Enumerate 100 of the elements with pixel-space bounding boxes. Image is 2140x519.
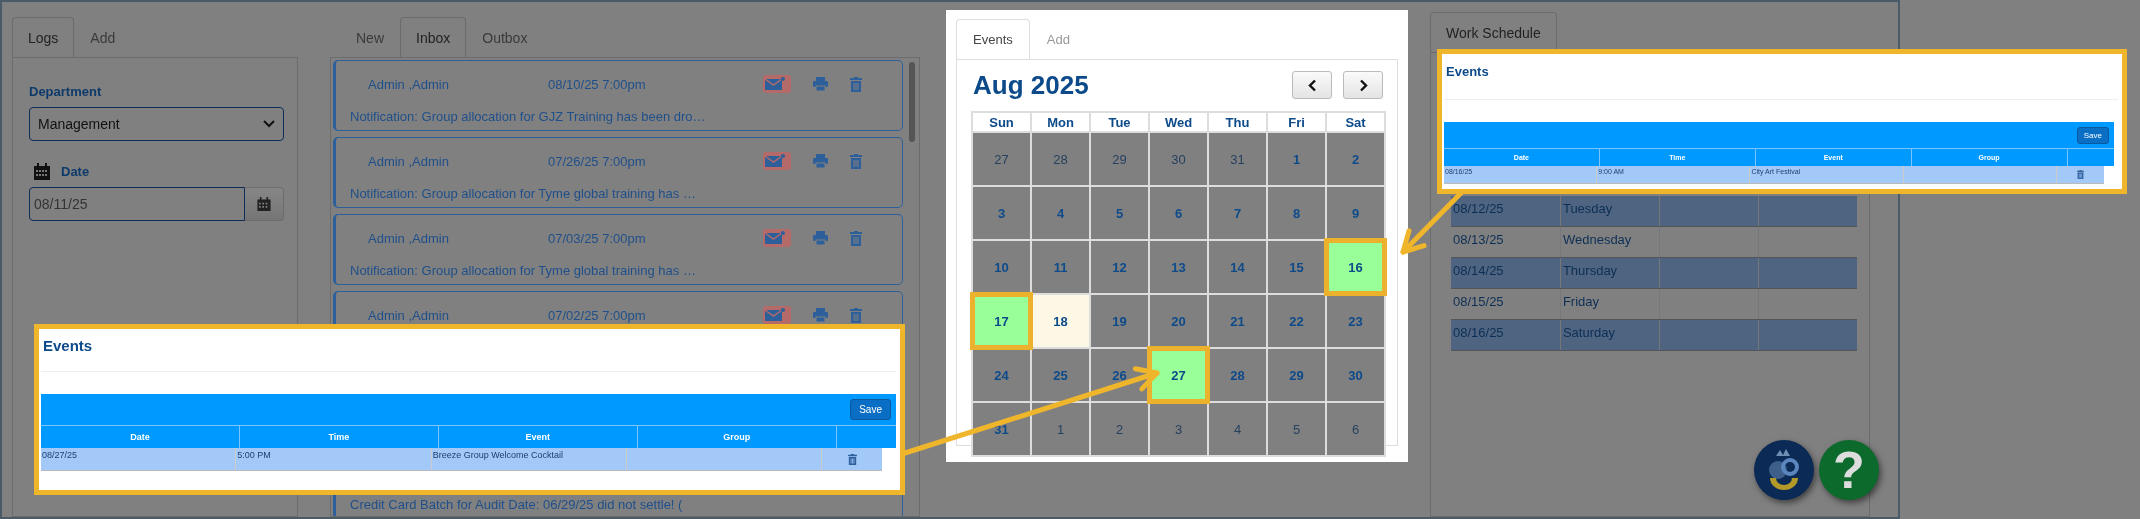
trash-icon[interactable] bbox=[850, 230, 862, 246]
envelope-icon[interactable] bbox=[763, 306, 791, 324]
table-cell: 08/16/25 bbox=[1451, 320, 1561, 350]
chevron-left-icon bbox=[1307, 78, 1317, 92]
trash-icon[interactable] bbox=[850, 307, 862, 323]
tab[interactable]: Add bbox=[1029, 19, 1087, 59]
tab[interactable]: Add bbox=[74, 17, 132, 57]
weekday-header: Wed bbox=[1149, 112, 1208, 132]
day-cell[interactable]: 1 bbox=[1031, 402, 1090, 456]
day-cell[interactable]: 3 bbox=[972, 186, 1031, 240]
day-cell[interactable]: 13 bbox=[1149, 240, 1208, 294]
day-cell[interactable]: 12 bbox=[1090, 240, 1149, 294]
day-cell[interactable]: 5 bbox=[1267, 402, 1326, 456]
trash-icon[interactable] bbox=[2076, 170, 2084, 179]
day-cell[interactable]: 4 bbox=[1031, 186, 1090, 240]
message-sender: Admin ,Admin bbox=[368, 153, 450, 169]
day-cell[interactable]: 21 bbox=[1208, 294, 1267, 348]
day-cell[interactable]: 2 bbox=[1090, 402, 1149, 456]
day-cell[interactable]: 23 bbox=[1326, 294, 1385, 348]
tab[interactable]: Outbox bbox=[466, 17, 544, 57]
table-cell: Saturday bbox=[1560, 320, 1660, 350]
day-cell[interactable]: 27 bbox=[972, 132, 1031, 186]
save-button[interactable]: Save bbox=[2076, 126, 2109, 144]
date-picker-button[interactable] bbox=[245, 187, 284, 221]
message-preview: Notification: Group allocation for Tyme global training has … bbox=[350, 263, 697, 278]
day-cell[interactable]: 10 bbox=[972, 240, 1031, 294]
tab[interactable]: New bbox=[340, 17, 400, 57]
day-cell[interactable]: 29 bbox=[1090, 132, 1149, 186]
previous-month-button[interactable] bbox=[1292, 71, 1332, 99]
next-month-button[interactable] bbox=[1343, 71, 1383, 99]
tab[interactable]: Events bbox=[956, 19, 1030, 59]
message-time: 08/10/25 7:00pm bbox=[548, 76, 646, 92]
day-cell[interactable]: 31 bbox=[1208, 132, 1267, 186]
day-cell[interactable]: 9 bbox=[1326, 186, 1385, 240]
message-time: 07/02/25 7:00pm bbox=[548, 307, 646, 323]
logo-button[interactable] bbox=[1754, 440, 1814, 500]
message-sender: Admin ,Admin bbox=[368, 230, 450, 246]
message-card[interactable]: Admin ,Admin 08/10/25 7:00pm Notification: Group allocation for GJZ Training has been dro… bbox=[333, 60, 903, 131]
help-button[interactable]: ? bbox=[1819, 440, 1879, 500]
trash-icon[interactable] bbox=[847, 453, 857, 465]
day-cell[interactable]: 18 bbox=[1031, 294, 1090, 348]
weekday-header: Fri bbox=[1267, 112, 1326, 132]
tab[interactable]: Logs bbox=[12, 17, 75, 57]
day-cell[interactable]: 20 bbox=[1149, 294, 1208, 348]
printer-icon[interactable] bbox=[813, 308, 828, 322]
table-cell: Tuesday bbox=[1560, 196, 1660, 226]
message-preview: Credit Card Batch for Audit Date: 06/29/25 did not settle! ( bbox=[350, 497, 684, 512]
envelope-icon[interactable] bbox=[763, 152, 791, 170]
day-cell[interactable]: 30 bbox=[1326, 348, 1385, 402]
day-cell[interactable]: 14 bbox=[1208, 240, 1267, 294]
day-cell[interactable]: 15 bbox=[1267, 240, 1326, 294]
day-cell[interactable]: 4 bbox=[1208, 402, 1267, 456]
day-cell[interactable]: 8 bbox=[1267, 186, 1326, 240]
message-card[interactable]: Admin ,Admin 07/03/25 7:00pm Notification: Group allocation for Tyme global training has … bbox=[333, 214, 903, 285]
day-cell[interactable]: 3 bbox=[1149, 402, 1208, 456]
logo-icon bbox=[1754, 440, 1814, 500]
day-cell[interactable]: 27 bbox=[1149, 348, 1208, 402]
trash-icon[interactable] bbox=[850, 76, 862, 92]
day-cell[interactable]: 5 bbox=[1090, 186, 1149, 240]
printer-icon[interactable] bbox=[813, 77, 828, 91]
day-cell[interactable]: 30 bbox=[1149, 132, 1208, 186]
day-cell[interactable]: 28 bbox=[1031, 132, 1090, 186]
callout-title: Events bbox=[1445, 63, 1490, 81]
save-button[interactable]: Save bbox=[850, 399, 891, 420]
caret-icon bbox=[263, 120, 275, 128]
weekday-header: Mon bbox=[1031, 112, 1090, 132]
message-card[interactable]: Admin ,Admin 07/26/25 7:00pm Notification: Group allocation for Tyme global training has … bbox=[333, 137, 903, 208]
printer-icon[interactable] bbox=[813, 231, 828, 245]
table-cell: Thursday bbox=[1560, 258, 1660, 288]
day-cell[interactable]: 28 bbox=[1208, 348, 1267, 402]
day-cell[interactable]: 16 bbox=[1326, 240, 1385, 294]
day-cell[interactable]: 29 bbox=[1267, 348, 1326, 402]
day-cell[interactable]: 19 bbox=[1090, 294, 1149, 348]
day-cell[interactable]: 25 bbox=[1031, 348, 1090, 402]
envelope-icon[interactable] bbox=[763, 75, 791, 93]
tab[interactable]: Inbox bbox=[400, 17, 467, 57]
day-cell[interactable]: 1 bbox=[1267, 132, 1326, 186]
field-label: Date bbox=[61, 164, 90, 179]
weekday-header: Sun bbox=[972, 112, 1031, 132]
day-cell[interactable]: 7 bbox=[1208, 186, 1267, 240]
table-cell: 08/12/25 bbox=[1451, 196, 1561, 226]
tab[interactable]: Work Schedule bbox=[1430, 12, 1557, 52]
date-field[interactable]: 08/11/25 bbox=[29, 187, 245, 221]
envelope-icon[interactable] bbox=[763, 229, 791, 247]
printer-icon[interactable] bbox=[813, 154, 828, 168]
callout-title: Events bbox=[42, 336, 94, 356]
trash-icon[interactable] bbox=[850, 153, 862, 169]
scrollbar[interactable] bbox=[909, 62, 915, 142]
day-cell[interactable]: 31 bbox=[972, 402, 1031, 456]
day-cell[interactable]: 11 bbox=[1031, 240, 1090, 294]
day-cell[interactable]: 17 bbox=[972, 294, 1031, 348]
weekday-header: Thu bbox=[1208, 112, 1267, 132]
day-cell[interactable]: 6 bbox=[1326, 402, 1385, 456]
day-cell[interactable]: 24 bbox=[972, 348, 1031, 402]
day-cell[interactable]: 22 bbox=[1267, 294, 1326, 348]
month-title: Aug 2025 bbox=[972, 69, 1089, 101]
day-cell[interactable]: 6 bbox=[1149, 186, 1208, 240]
department-dropdown[interactable]: Management bbox=[29, 107, 284, 141]
day-cell[interactable]: 2 bbox=[1326, 132, 1385, 186]
table-cell: 08/15/25 bbox=[1451, 289, 1561, 319]
